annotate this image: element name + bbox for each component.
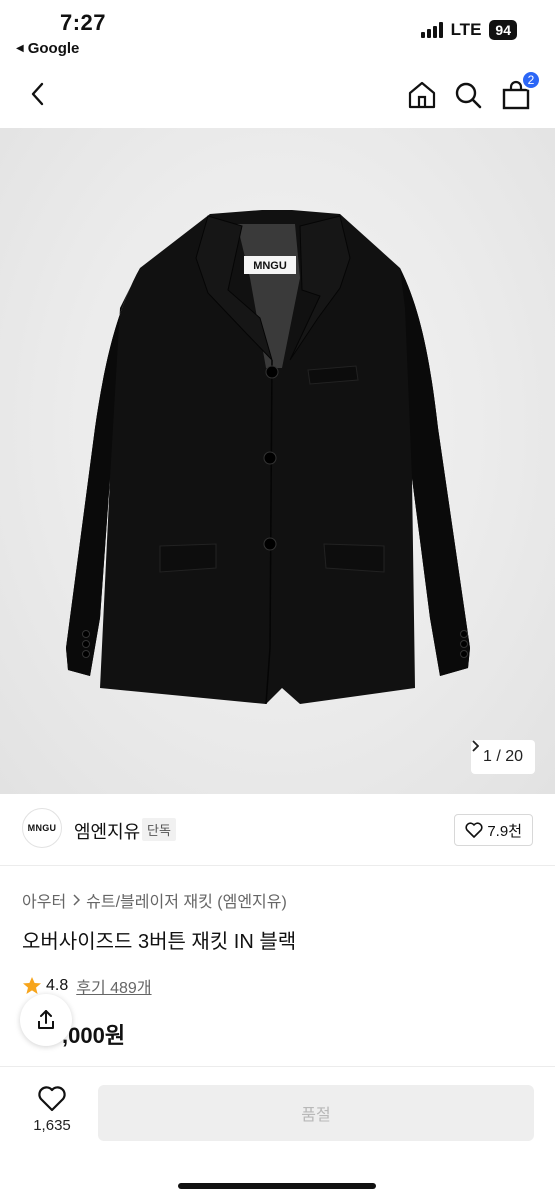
product-image-carousel[interactable]: MNGU 1 / 20	[0, 128, 555, 794]
back-button[interactable]	[22, 78, 54, 110]
product-page: 7:27 ◀ Google LTE 94 2 MNGU 1 / 20 MNGU …	[0, 0, 555, 1200]
heart-icon	[38, 1086, 66, 1112]
chevron-right-icon	[73, 894, 81, 906]
back-app-label: Google	[27, 40, 80, 57]
back-triangle-icon: ◀	[16, 43, 24, 54]
breadcrumb-category[interactable]: 아우터	[22, 888, 66, 912]
back-to-app-link[interactable]: ◀ Google	[16, 40, 79, 57]
search-icon	[455, 82, 482, 109]
share-button[interactable]	[20, 994, 72, 1046]
home-icon	[408, 81, 436, 109]
chevron-right-icon	[472, 740, 479, 752]
home-button[interactable]	[405, 78, 439, 112]
heart-icon	[465, 822, 483, 838]
cart-count-badge: 2	[521, 70, 541, 90]
brand-like-button[interactable]: 7.9천	[454, 814, 533, 846]
status-time: 7:27	[60, 10, 107, 35]
brand-row: MNGU 엠엔지유 단독 7.9천	[0, 794, 555, 866]
sold-out-button[interactable]: 품절	[98, 1085, 534, 1141]
image-counter[interactable]: 1 / 20	[470, 740, 535, 774]
cart-button[interactable]: 2	[499, 70, 541, 112]
signal-icon	[420, 22, 443, 38]
top-nav: 2	[0, 64, 555, 128]
star-icon	[23, 977, 41, 994]
brand-logo[interactable]: MNGU	[22, 808, 62, 848]
breadcrumb: 아우터 슈트/블레이저 재킷 (엠엔지유)	[22, 888, 287, 912]
bottom-action-bar: 1,635 품절	[0, 1066, 555, 1200]
home-indicator	[178, 1183, 376, 1189]
battery-level: 94	[489, 20, 517, 40]
wishlist-button[interactable]: 1,635	[22, 1085, 82, 1134]
search-button[interactable]	[451, 78, 485, 112]
status-indicators: LTE 94	[420, 20, 517, 40]
jacket-brand-label: MNGU	[253, 260, 287, 272]
share-icon	[38, 1010, 54, 1029]
jacket-image: MNGU	[66, 210, 470, 705]
brand-name[interactable]: 엠엔지유	[74, 818, 140, 844]
image-counter-text: 1 / 20	[482, 748, 523, 765]
chevron-left-icon	[31, 82, 44, 106]
review-count-link[interactable]: 후기 489개	[76, 974, 151, 998]
product-title: 오버사이즈드 3버튼 재킷 IN 블랙	[22, 931, 297, 953]
status-bar: 7:27 ◀ Google LTE 94	[0, 0, 555, 64]
breadcrumb-subcategory[interactable]: 슈트/블레이저 재킷 (엠엔지유)	[86, 888, 287, 912]
rating-value: 4.8	[46, 977, 69, 994]
brand-like-count: 7.9천	[487, 822, 522, 840]
network-type: LTE	[450, 20, 482, 39]
wishlist-count: 1,635	[33, 1117, 71, 1134]
exclusive-badge: 단독	[142, 818, 176, 841]
